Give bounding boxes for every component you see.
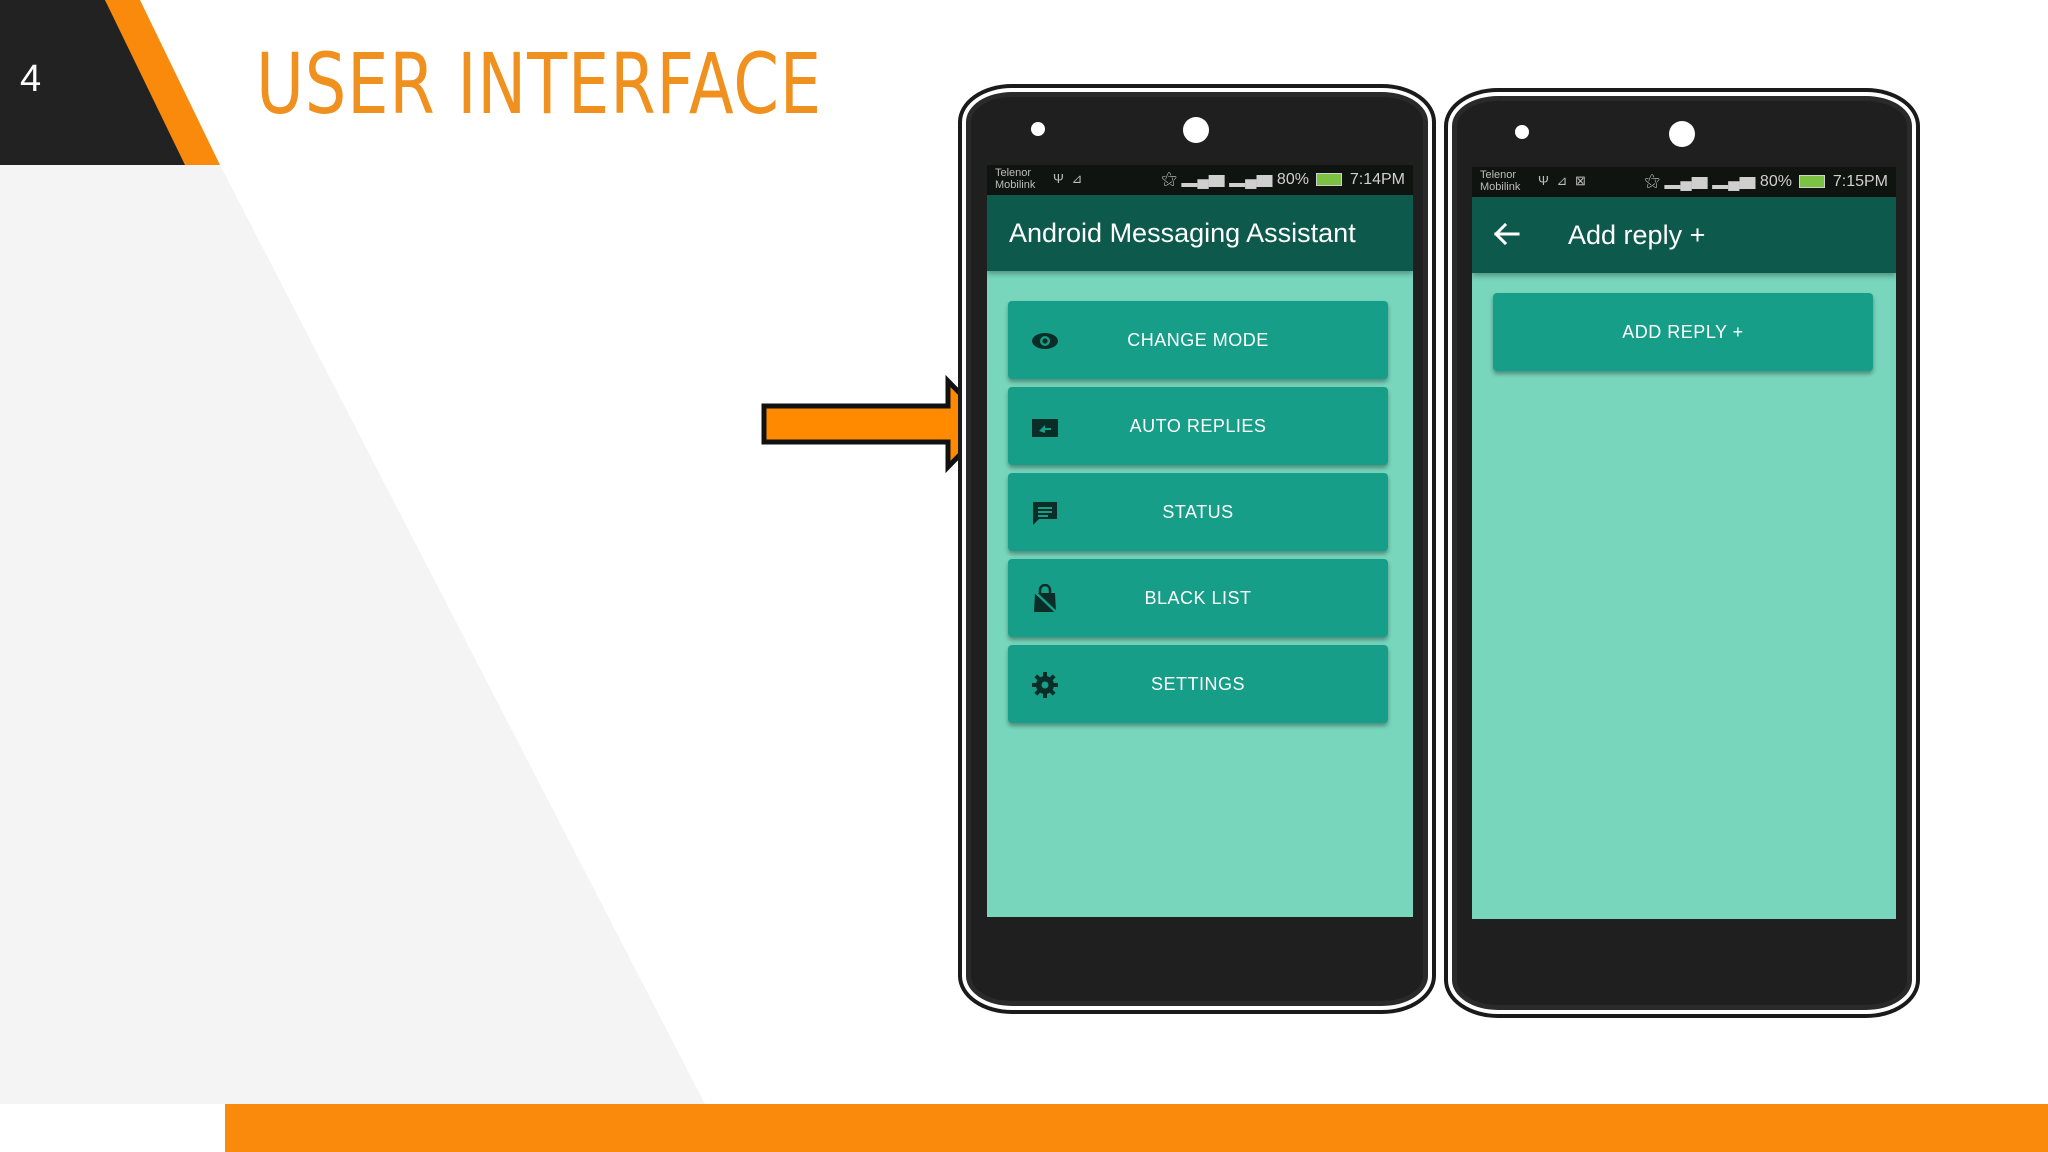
phone-right: Telenor Mobilink Ψ ⊿ ⊠ ⚝ ▂▄▆ ▂▄▆ 80% 7:1…	[1452, 96, 1912, 1010]
arrow-right-icon	[761, 374, 994, 474]
footer-accent-bar	[225, 1104, 2048, 1152]
back-arrow-icon[interactable]	[1492, 219, 1522, 249]
status-right: ⚝ ▂▄▆ ▂▄▆ 80% 7:15PM	[1644, 173, 1888, 191]
button-label: AUTO REPLIES	[1129, 416, 1267, 436]
settings-button[interactable]: SETTINGS	[1008, 645, 1388, 723]
slide-title: USER INTERFACE	[256, 35, 822, 133]
signal-icon: ▂▄▆ ▂▄▆	[1181, 171, 1277, 188]
app-bar: Add reply +	[1472, 197, 1896, 273]
status-right: ⚝ ▂▄▆ ▂▄▆ 80% 7:14PM	[1161, 171, 1405, 189]
screen-right: Telenor Mobilink Ψ ⊿ ⊠ ⚝ ▂▄▆ ▂▄▆ 80% 7:1…	[1472, 167, 1896, 919]
clock: 7:15PM	[1832, 173, 1888, 190]
usb-icon: Ψ ⊿ ⊠	[1538, 173, 1588, 188]
carrier-label: Telenor Mobilink	[1480, 169, 1521, 193]
camera	[1183, 117, 1209, 143]
carrier-label: Telenor Mobilink	[995, 167, 1036, 191]
bluetooth-icon: ⚝	[1644, 173, 1665, 190]
auto-replies-button[interactable]: AUTO REPLIES	[1008, 387, 1388, 465]
button-label: STATUS	[1162, 502, 1234, 522]
battery-icon	[1799, 175, 1826, 189]
battery-icon	[1316, 173, 1343, 187]
app-bar: Android Messaging Assistant	[987, 195, 1413, 271]
earpiece	[1515, 125, 1529, 139]
button-label: BLACK LIST	[1144, 588, 1252, 608]
bluetooth-icon: ⚝	[1161, 171, 1182, 188]
phone-left: Telenor Mobilink Ψ ⊿ ⚝ ▂▄▆ ▂▄▆ 80% 7:14P…	[966, 92, 1428, 1006]
app-title: Add reply +	[1568, 220, 1706, 250]
app-title: Android Messaging Assistant	[1009, 218, 1356, 248]
camera	[1669, 121, 1695, 147]
status-bar: Telenor Mobilink Ψ ⊿ ⊠ ⚝ ▂▄▆ ▂▄▆ 80% 7:1…	[1472, 167, 1896, 197]
status-bar: Telenor Mobilink Ψ ⊿ ⚝ ▂▄▆ ▂▄▆ 80% 7:14P…	[987, 165, 1413, 195]
black-list-button[interactable]: BLACK LIST	[1008, 559, 1388, 637]
battery-percent: 80%	[1759, 173, 1792, 190]
add-reply-button[interactable]: ADD REPLY +	[1493, 293, 1873, 371]
button-label: ADD REPLY +	[1622, 322, 1744, 342]
signal-icon: ▂▄▆ ▂▄▆	[1664, 173, 1760, 190]
button-label: SETTINGS	[1150, 674, 1245, 694]
battery-percent: 80%	[1276, 171, 1309, 188]
button-label: CHANGE MODE	[1127, 330, 1269, 350]
status-button[interactable]: STATUS	[1008, 473, 1388, 551]
screen-left: Telenor Mobilink Ψ ⊿ ⚝ ▂▄▆ ▂▄▆ 80% 7:14P…	[987, 165, 1413, 917]
earpiece	[1031, 122, 1045, 136]
usb-icon: Ψ ⊿	[1053, 171, 1085, 186]
change-mode-button[interactable]: CHANGE MODE	[1008, 301, 1388, 379]
slide-number: 4	[20, 58, 42, 100]
clock: 7:14PM	[1349, 171, 1405, 188]
